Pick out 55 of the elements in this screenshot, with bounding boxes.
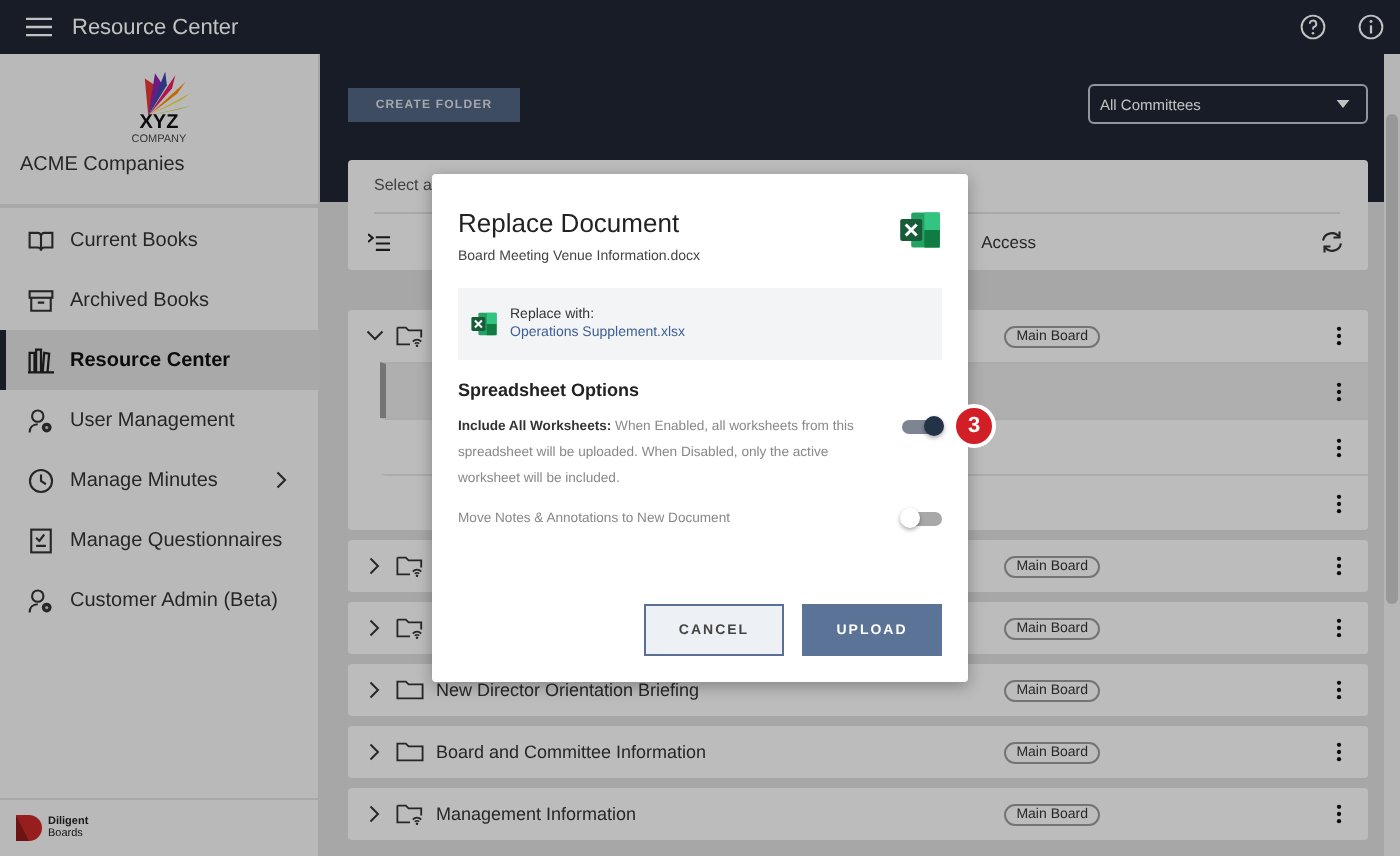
dialog-title: Replace Document	[458, 208, 682, 238]
scrollbar[interactable]	[1384, 54, 1400, 856]
chevron-down-icon[interactable]	[366, 326, 384, 346]
toggle-switch[interactable]	[902, 512, 942, 526]
folder-icon	[396, 740, 424, 764]
checklist-icon	[28, 527, 54, 553]
spreadsheet-file-icon	[898, 208, 942, 252]
books-icon	[28, 347, 54, 373]
nav-item[interactable]: Manage Minutes	[0, 450, 318, 510]
shared-folder-icon	[396, 554, 424, 578]
more-icon[interactable]	[1336, 804, 1342, 824]
info-icon[interactable]	[1358, 14, 1384, 40]
nav-item[interactable]: Archived Books	[0, 270, 318, 330]
refresh-icon[interactable]	[1320, 230, 1344, 254]
company-name: ACME Companies	[20, 154, 187, 176]
archive-box-icon	[28, 287, 54, 313]
nav-item[interactable]: Customer Admin (Beta)	[0, 570, 318, 630]
access-column-header: Access	[981, 232, 1036, 252]
folder-name[interactable]: Board and Committee Information	[436, 742, 707, 762]
nav-item[interactable]: Resource Center	[0, 330, 318, 390]
user-gear-icon	[28, 407, 54, 433]
folder-icon	[396, 678, 424, 702]
caret-down-icon	[1336, 100, 1350, 108]
nav-item[interactable]: User Management	[0, 390, 318, 450]
step-badge: 3	[952, 404, 996, 448]
more-icon[interactable]	[1336, 437, 1342, 457]
nav-item[interactable]: Manage Questionnaires	[0, 510, 318, 570]
more-icon[interactable]	[1336, 381, 1342, 401]
more-icon[interactable]	[1336, 618, 1342, 638]
chevron-right-icon[interactable]	[366, 742, 384, 762]
more-icon[interactable]	[1336, 680, 1342, 700]
shared-folder-icon	[396, 616, 424, 640]
help-icon[interactable]	[1300, 14, 1326, 40]
app-title: Resource Center	[72, 15, 239, 39]
more-icon[interactable]	[1336, 326, 1342, 346]
chevron-right-icon[interactable]	[366, 804, 384, 824]
folder-name[interactable]: Management Information	[436, 804, 637, 824]
spreadsheet-file-icon	[470, 310, 498, 338]
shared-folder-icon	[396, 802, 424, 826]
menu-icon[interactable]	[26, 16, 52, 38]
clock-icon	[28, 467, 54, 493]
outdent-icon[interactable]	[368, 232, 390, 252]
shared-folder-icon	[396, 324, 424, 348]
folder-name[interactable]: New Director Orientation Briefing	[436, 680, 700, 700]
more-icon[interactable]	[1336, 742, 1342, 762]
more-icon[interactable]	[1336, 556, 1342, 576]
chevron-right-icon[interactable]	[366, 680, 384, 700]
chevron-right-icon[interactable]	[366, 556, 384, 576]
more-icon[interactable]	[1336, 493, 1342, 513]
chevron-right-icon[interactable]	[366, 618, 384, 638]
nav-item[interactable]: Current Books	[0, 210, 318, 270]
book-icon	[28, 227, 54, 253]
section-heading: Spreadsheet Options	[458, 380, 642, 400]
user-gear-icon	[28, 587, 54, 613]
toggle-switch[interactable]	[902, 420, 942, 434]
